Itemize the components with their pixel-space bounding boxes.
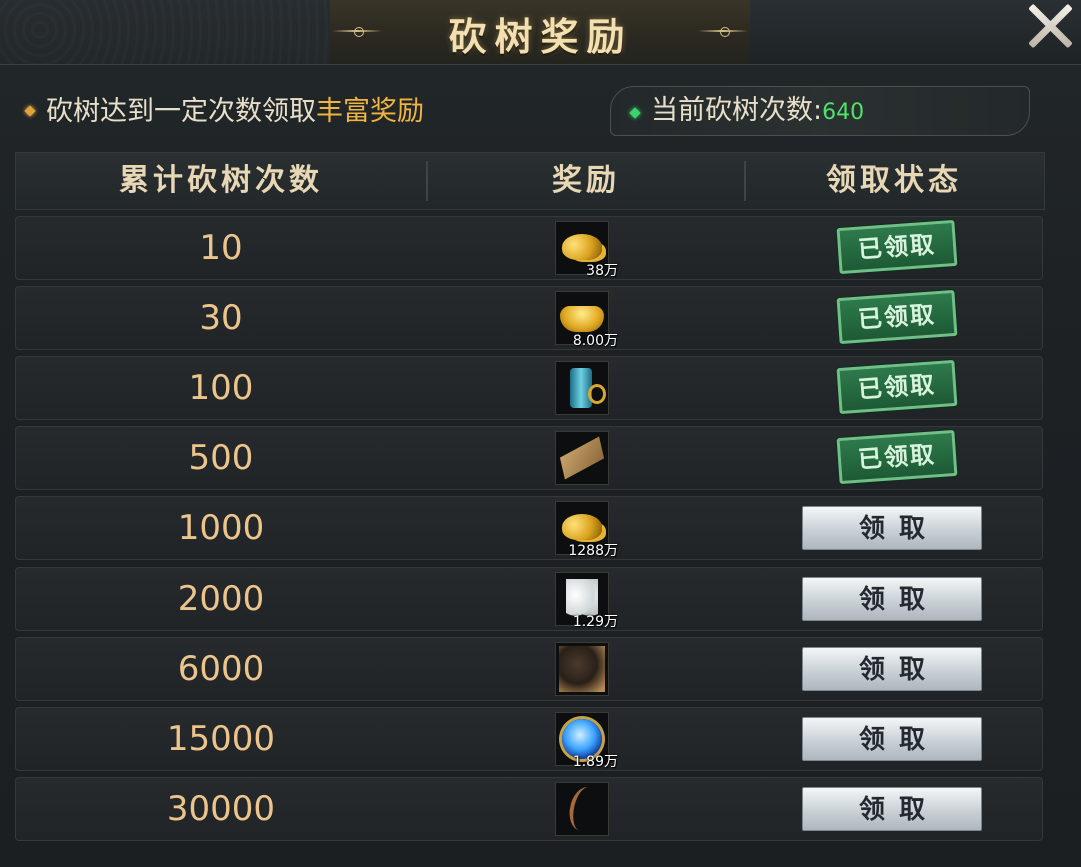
reward-item-slot[interactable]: [555, 642, 609, 696]
table-row: 1000 1288万 领取: [15, 496, 1043, 560]
reward-hint: 砍树达到一定次数领取丰富奖励: [22, 90, 424, 134]
reward-quantity: 8.00万: [572, 333, 618, 349]
vine-icon: [565, 784, 603, 834]
reward-quantity: 1288万: [568, 543, 618, 559]
reward-item-slot[interactable]: 1.29万: [555, 572, 618, 630]
claim-button[interactable]: 领取: [802, 787, 982, 831]
reward-hint-text: 砍树达到一定次数领取: [46, 96, 316, 127]
reward-quantity: 1.89万: [572, 754, 618, 770]
reward-panel: 砍树奖励 砍树达到一定次数领取丰富奖励 当前砍树次数:640 累计砍树次数 奖励…: [0, 0, 1081, 867]
reward-quantity: 1.29万: [572, 614, 618, 630]
book-icon: [559, 436, 605, 480]
current-count-label: 当前砍树次数:: [651, 95, 823, 126]
title-bar: 砍树奖励: [0, 0, 1081, 65]
gold-ingot-icon: [560, 306, 604, 332]
row-count: 500: [188, 438, 254, 478]
header-cumulative-count: 累计砍树次数: [119, 163, 323, 198]
reward-item-slot[interactable]: 38万: [555, 221, 618, 279]
table-row: 10 38万 已领取: [15, 216, 1043, 280]
table-row: 15000 1.89万 领取: [15, 707, 1043, 771]
table-row: 2000 1.29万 领取: [15, 567, 1043, 631]
claim-button[interactable]: 领取: [802, 647, 982, 691]
current-count-box: 当前砍树次数:640: [610, 86, 1030, 136]
row-count: 100: [188, 368, 254, 408]
row-count: 30: [199, 298, 243, 338]
table-row: 30 8.00万 已领取: [15, 286, 1043, 350]
green-diamond-icon: [629, 106, 641, 119]
claim-button[interactable]: 领取: [802, 506, 982, 550]
table-header: 累计砍树次数 奖励 领取状态: [15, 152, 1045, 210]
claimed-stamp: 已领取: [836, 429, 958, 485]
row-count: 10: [199, 228, 243, 268]
row-count: 2000: [177, 579, 265, 619]
table-row: 6000 领取: [15, 637, 1043, 701]
row-count: 30000: [166, 789, 276, 829]
reward-item-slot[interactable]: [555, 782, 609, 836]
row-count: 6000: [177, 649, 265, 689]
header-claim-status: 领取状态: [826, 163, 962, 198]
claim-button[interactable]: 领取: [802, 717, 982, 761]
table-row: 500 已领取: [15, 426, 1043, 490]
close-icon[interactable]: [1025, 0, 1075, 50]
header-reward: 奖励: [552, 163, 620, 198]
table-row: 100 已领取: [15, 356, 1043, 420]
scroll-icon: [570, 368, 606, 408]
claimed-stamp: 已领取: [836, 359, 958, 415]
creature-icon: [559, 646, 605, 692]
reward-hint-highlight: 丰富奖励: [316, 96, 424, 127]
diamond-bullet-icon: [24, 104, 36, 117]
reward-item-slot[interactable]: [555, 431, 609, 485]
panel-title: 砍树奖励: [448, 14, 633, 59]
gold-coins-icon: [562, 514, 602, 540]
claimed-stamp: 已领取: [836, 289, 958, 345]
reward-item-slot[interactable]: [555, 361, 609, 415]
claimed-stamp: 已领取: [836, 219, 958, 275]
claim-button[interactable]: 领取: [802, 577, 982, 621]
reward-item-slot[interactable]: 1288万: [555, 501, 618, 559]
reward-item-slot[interactable]: 8.00万: [555, 291, 618, 349]
table-row: 30000 领取: [15, 777, 1043, 841]
reward-item-slot[interactable]: 1.89万: [555, 712, 618, 770]
current-count-value: 640: [822, 100, 865, 125]
gold-coins-icon: [562, 234, 602, 260]
row-count: 15000: [166, 719, 276, 759]
row-count: 1000: [177, 508, 265, 548]
reward-quantity: 38万: [586, 263, 618, 279]
